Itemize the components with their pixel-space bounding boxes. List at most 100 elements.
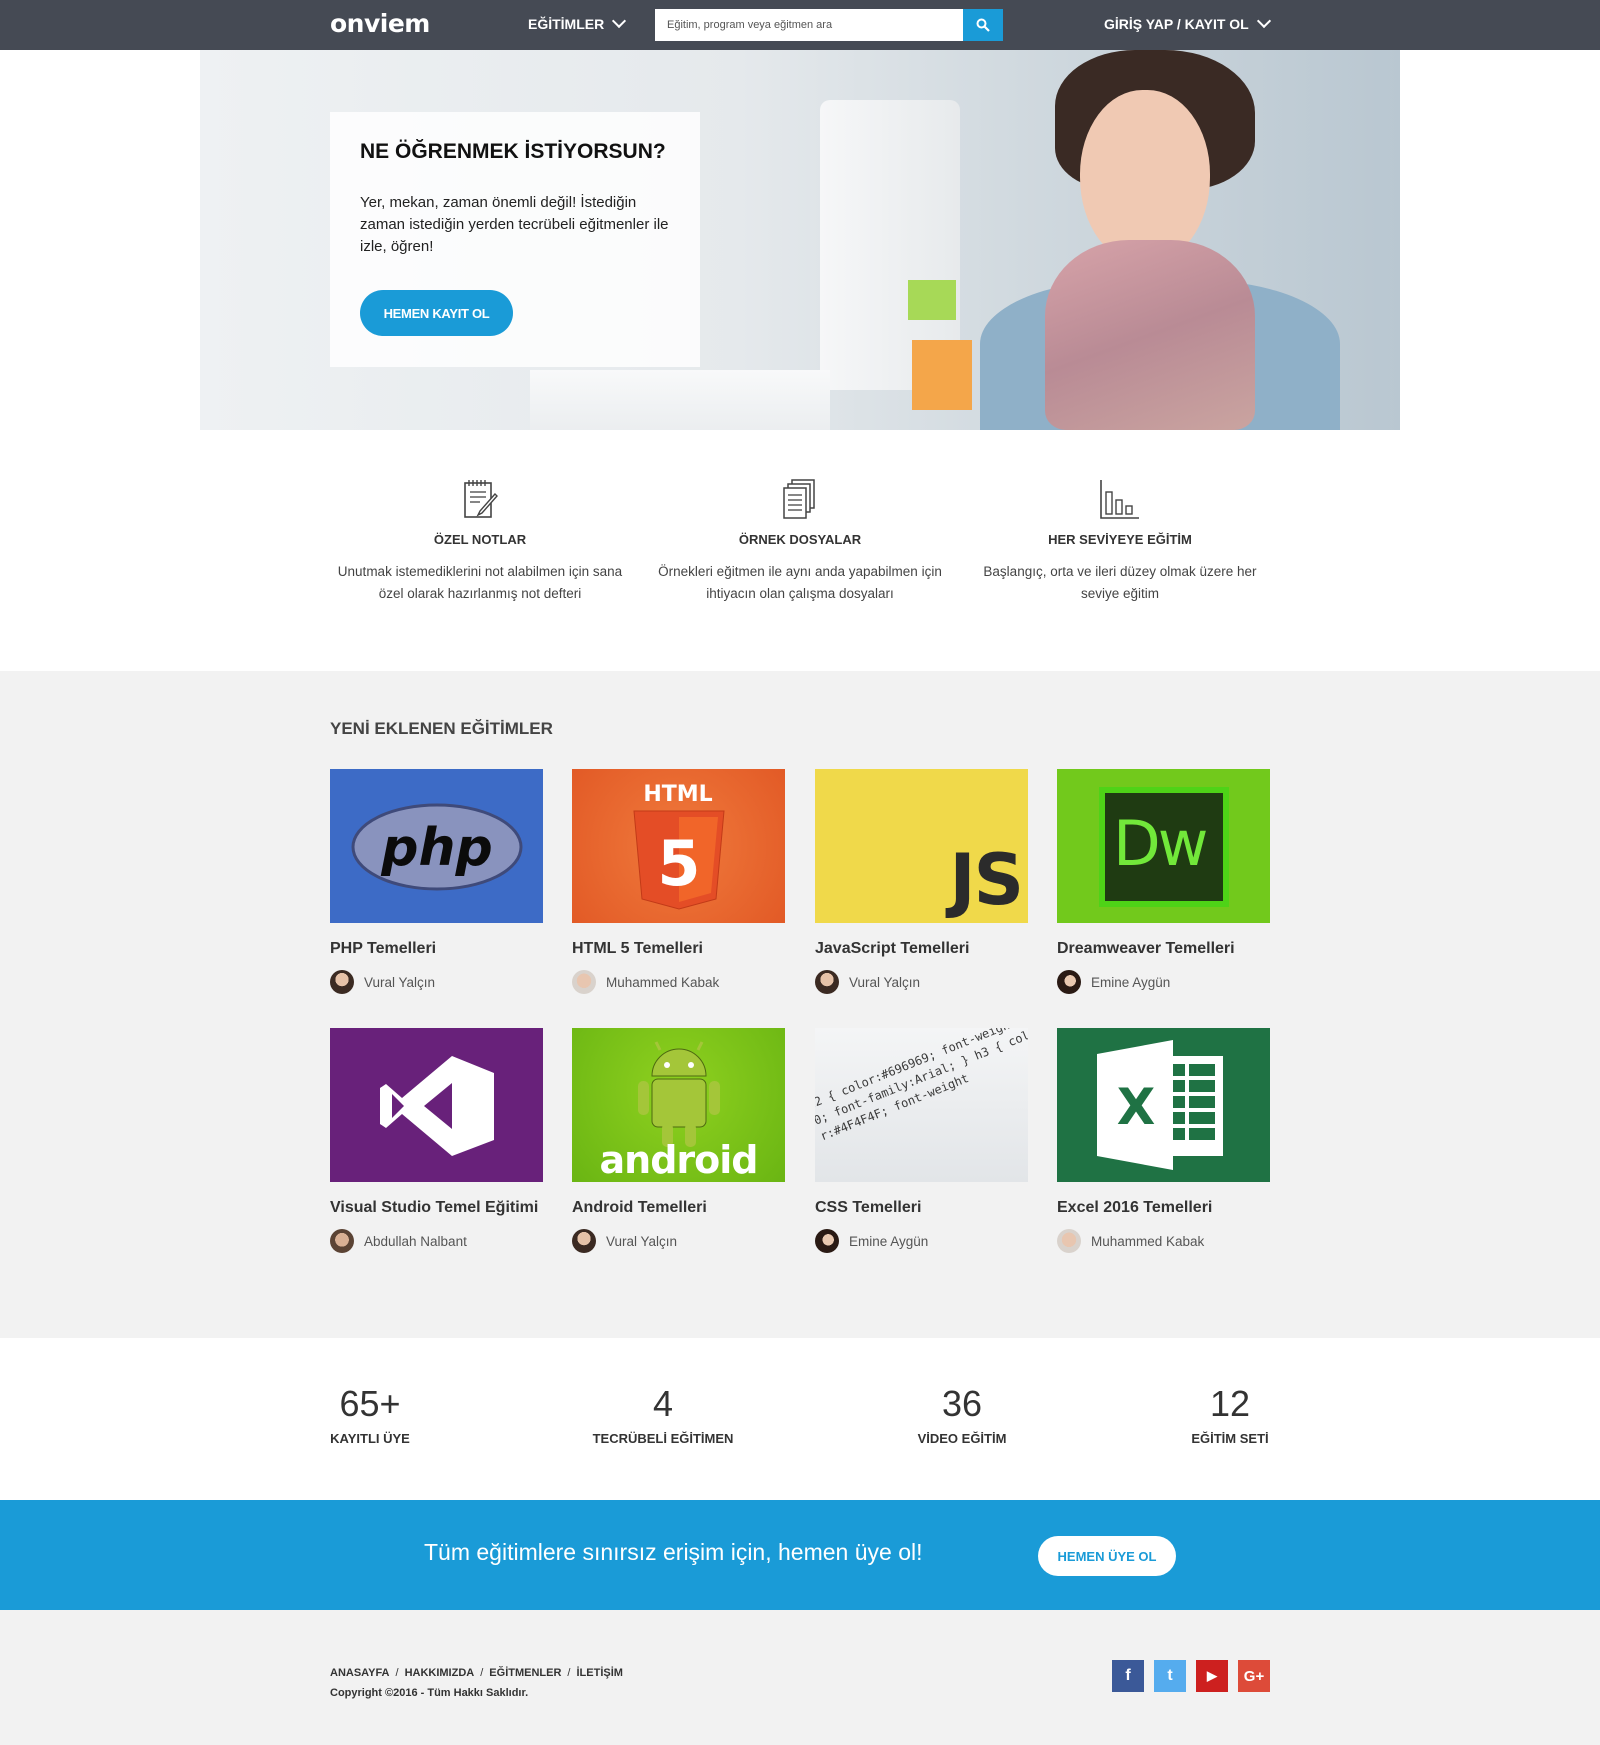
stat-label: EĞİTİM SETİ — [1191, 1431, 1269, 1446]
course-author: Vural Yalçın — [330, 970, 543, 994]
footer-link-contact[interactable]: İLETİŞİM — [576, 1667, 622, 1679]
stat-members: 65+ KAYITLI ÜYE — [330, 1383, 410, 1446]
author-name: Emine Aygün — [849, 1233, 929, 1249]
course-card-visual-studio[interactable]: Visual Studio Temel Eğitimi Abdullah Nal… — [330, 1028, 543, 1253]
stat-value: 12 — [1209, 1383, 1251, 1424]
course-title: Dreamweaver Temelleri — [1057, 940, 1235, 957]
facebook-icon[interactable]: f — [1112, 1660, 1144, 1692]
login-register-label: GİRİŞ YAP / KAYIT OL — [1104, 16, 1249, 32]
author-name: Muhammed Kabak — [606, 974, 720, 990]
search-bar — [655, 9, 1003, 41]
course-title: HTML 5 Temelleri — [572, 940, 703, 957]
search-input[interactable] — [655, 9, 963, 41]
avatar — [330, 1229, 354, 1253]
documents-icon — [783, 479, 815, 519]
course-author: Emine Aygün — [1057, 970, 1270, 994]
stat-value: 36 — [941, 1383, 983, 1424]
footer-link-separator: / — [567, 1667, 571, 1679]
excel-logo: X — [1097, 1040, 1223, 1170]
visual-studio-logo — [380, 1056, 494, 1156]
php-logo-text: php — [380, 818, 492, 878]
course-card-php[interactable]: php PHP Temelleri Vural Yalçın — [330, 769, 543, 994]
author-name: Emine Aygün — [1091, 974, 1171, 990]
course-card-html5[interactable]: HTML 5 HTML 5 Temelleri Muhammed Kabak — [572, 769, 785, 994]
course-card-excel[interactable]: X Excel 2016 Temelleri Muhammed Kabak — [1057, 1028, 1270, 1253]
hero-card: NE ÖĞRENMEK İSTİYORSUN? Yer, mekan, zama… — [330, 112, 700, 367]
top-navbar: onviem EĞİTİMLER GİRİŞ YAP / KAYIT OL — [0, 0, 1600, 50]
author-name: Muhammed Kabak — [1091, 1233, 1205, 1249]
hero-banner: NE ÖĞRENMEK İSTİYORSUN? Yer, mekan, zama… — [200, 50, 1400, 430]
footer-link-instructors[interactable]: EĞİTMENLER — [489, 1667, 561, 1679]
course-author: Emine Aygün — [815, 1229, 1028, 1253]
android-logo-text: android — [599, 1138, 759, 1182]
register-now-button[interactable]: HEMEN KAYIT OL — [360, 290, 513, 336]
course-author: Vural Yalçın — [572, 1229, 785, 1253]
avatar — [815, 970, 839, 994]
signup-now-button[interactable]: HEMEN ÜYE OL — [1038, 1536, 1176, 1576]
feature-title: HER SEVİYEYE EĞİTİM — [1048, 532, 1192, 547]
cta-text: Tüm eğitimlere sınırsız erişim için, hem… — [424, 1539, 923, 1565]
feature-title: ÖZEL NOTLAR — [433, 532, 527, 547]
hero-image-person-face — [1080, 90, 1210, 265]
new-courses-section: YENİ EKLENEN EĞİTİMLER php PHP Temelleri… — [0, 671, 1600, 1338]
search-icon — [976, 18, 990, 32]
course-title: Visual Studio Temel Eğitimi — [330, 1199, 539, 1216]
course-card-css[interactable]: h2 { color:#696969; font-weight:500; fon… — [815, 1028, 1028, 1253]
html5-shield-number: 5 — [657, 827, 700, 900]
course-thumbnail: HTML 5 — [572, 769, 785, 923]
feature-title: ÖRNEK DOSYALAR — [738, 532, 862, 547]
footer-link-about[interactable]: HAKKIMIZDA — [405, 1667, 475, 1679]
chevron-down-icon — [612, 13, 627, 29]
author-name: Vural Yalçın — [849, 974, 921, 990]
twitter-icon[interactable]: t — [1154, 1660, 1186, 1692]
stat-course-sets: 12 EĞİTİM SETİ — [1180, 1383, 1280, 1446]
html5-logo-text: HTML — [643, 782, 712, 807]
course-card-dreamweaver[interactable]: Dw Dreamweaver Temelleri Emine Aygün — [1057, 769, 1270, 994]
hero-title: NE ÖĞRENMEK İSTİYORSUN? — [360, 140, 666, 163]
courses-menu[interactable]: EĞİTİMLER — [528, 13, 627, 32]
stat-value: 4 — [652, 1383, 674, 1424]
course-author: Muhammed Kabak — [1057, 1229, 1270, 1253]
course-thumbnail: h2 { color:#696969; font-weight:500; fon… — [815, 1028, 1028, 1182]
php-logo: php — [351, 803, 523, 891]
google-plus-icon[interactable]: G+ — [1238, 1660, 1270, 1692]
hero-text: Yer, mekan, zaman önemli değil! İstediği… — [360, 194, 669, 255]
copyright: Copyright ©2016 - Tüm Hakkı Saklıdır. — [330, 1687, 529, 1699]
course-card-javascript[interactable]: JS JavaScript Temelleri Vural Yalçın — [815, 769, 1028, 994]
dreamweaver-logo-text: Dw — [1113, 807, 1208, 880]
course-thumbnail: Dw — [1057, 769, 1270, 923]
features-section: ÖZEL NOTLAR Unutmak istemediklerini not … — [330, 478, 1270, 608]
avatar — [572, 970, 596, 994]
notepad-icon — [464, 480, 498, 518]
course-thumbnail: JS — [815, 769, 1028, 923]
feature-notes: ÖZEL NOTLAR Unutmak istemediklerini not … — [330, 478, 630, 605]
course-card-android[interactable]: android Android Temelleri Vural Yalçın — [572, 1028, 785, 1253]
youtube-icon[interactable]: ▶ — [1196, 1660, 1228, 1692]
hero-image-sticky-note — [912, 340, 972, 410]
login-register-menu[interactable]: GİRİŞ YAP / KAYIT OL — [1104, 13, 1271, 32]
footer-link-separator: / — [480, 1667, 484, 1679]
section-title: YENİ EKLENEN EĞİTİMLER — [330, 719, 553, 738]
logo[interactable]: onviem — [330, 9, 430, 38]
course-thumbnail — [330, 1028, 543, 1182]
author-name: Vural Yalçın — [606, 1233, 678, 1249]
course-author: Vural Yalçın — [815, 970, 1028, 994]
stat-instructors: 4 TECRÜBELİ EĞİTİMEN — [583, 1383, 743, 1446]
feature-levels: HER SEVİYEYE EĞİTİM Başlangıç, orta ve i… — [970, 478, 1270, 605]
stat-label: TECRÜBELİ EĞİTİMEN — [592, 1431, 734, 1446]
course-title: Android Temelleri — [572, 1199, 707, 1216]
course-title: CSS Temelleri — [815, 1199, 922, 1216]
feature-text: Örnekleri eğitmen ile aynı anda yapabilm… — [658, 564, 942, 601]
search-button[interactable] — [963, 9, 1003, 41]
footer-link-home[interactable]: ANASAYFA — [330, 1667, 390, 1679]
course-thumbnail: android — [572, 1028, 785, 1182]
javascript-logo-text: JS — [949, 839, 1024, 921]
hero-image-stand — [530, 370, 830, 430]
feature-text: Başlangıç, orta ve ileri düzey olmak üze… — [983, 564, 1257, 601]
dreamweaver-logo: Dw — [1099, 787, 1229, 907]
chevron-down-icon — [1256, 13, 1271, 29]
stat-value: 65+ — [339, 1383, 401, 1424]
feature-text: Unutmak istemediklerini not alabilmen iç… — [337, 564, 623, 601]
excel-logo-text: X — [1117, 1078, 1156, 1136]
stat-videos: 36 VİDEO EĞİTİM — [902, 1383, 1022, 1446]
